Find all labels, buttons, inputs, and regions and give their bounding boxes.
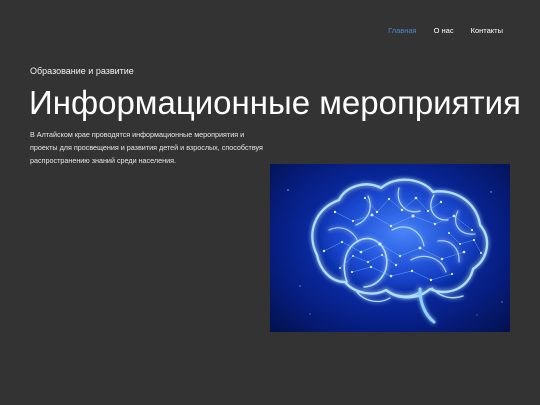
nav-link-about[interactable]: О нас [434, 26, 454, 35]
nav-link-contacts[interactable]: Контакты [471, 26, 503, 35]
hero-description: В Алтайском крае проводятся информационн… [30, 130, 263, 165]
glowing-brain-illustration-icon [287, 178, 503, 324]
nav-link-home[interactable]: Главная [388, 26, 417, 35]
brain-image [270, 164, 510, 332]
top-navigation: Главная О нас Контакты [388, 26, 503, 35]
hero-eyebrow: Образование и развитие [30, 66, 134, 76]
page-title: Информационные мероприятия [29, 84, 521, 121]
landing-page: Главная О нас Контакты Образование и раз… [0, 0, 540, 405]
